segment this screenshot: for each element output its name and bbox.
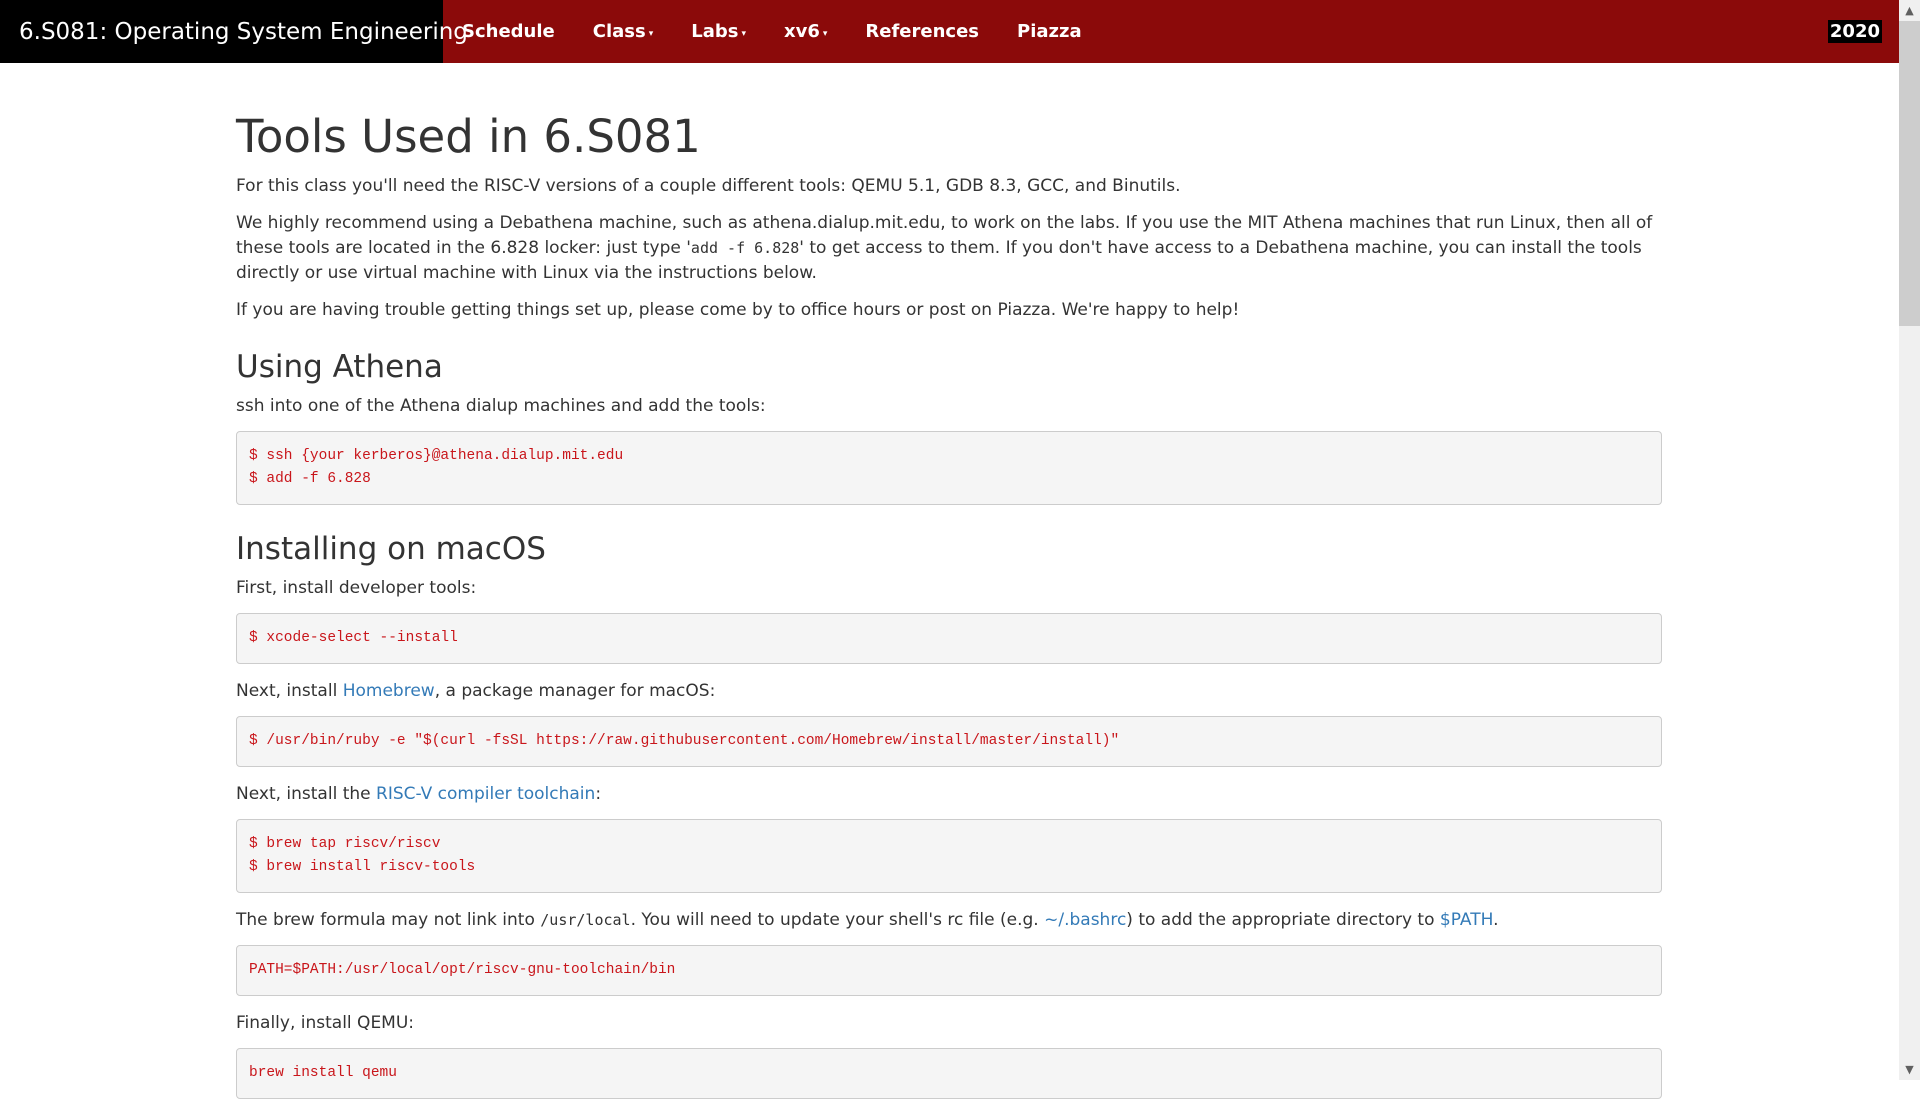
- intro-paragraph-1: For this class you'll need the RISC-V ve…: [236, 176, 1181, 197]
- scrollbar-thumb[interactable]: [1899, 21, 1920, 326]
- text: :: [595, 784, 602, 805]
- text: Next, install: [236, 681, 343, 702]
- code-block-riscv-tools: $ brew tap riscv/riscv $ brew install ri…: [236, 819, 1662, 894]
- page-title: Tools Used in 6.S081: [236, 110, 701, 163]
- nav-item-piazza[interactable]: Piazza: [1017, 21, 1082, 42]
- macos-step5-text: Finally, install QEMU:: [236, 1013, 415, 1034]
- code-block-athena: $ ssh {your kerberos}@athena.dialup.mit.…: [236, 431, 1662, 506]
- scroll-up-arrow-icon[interactable]: ▲: [1899, 0, 1920, 21]
- nav-item-schedule[interactable]: Schedule: [462, 21, 555, 42]
- macos-step4-text: The brew formula may not link into /usr/…: [236, 908, 1662, 933]
- code-block-homebrew: $ /usr/bin/ruby -e "$(curl -fsSL https:/…: [236, 716, 1662, 768]
- nav-menu: Schedule Class ▾ Labs ▾ xv6 ▾ References…: [462, 0, 1120, 63]
- text: The brew formula may not link into: [236, 910, 541, 931]
- nav-item-class[interactable]: Class ▾: [593, 21, 654, 42]
- brand-title[interactable]: 6.S081: Operating System Engineering: [0, 0, 468, 63]
- homebrew-link[interactable]: Homebrew: [343, 681, 435, 701]
- section-heading-macos: Installing on macOS: [236, 531, 546, 568]
- nav-item-label: Piazza: [1017, 21, 1082, 42]
- text: . You will need to update your shell's r…: [630, 910, 1045, 931]
- year-badge[interactable]: 2020: [1827, 20, 1882, 43]
- inline-code: add -f 6.828: [690, 239, 800, 258]
- code-block-xcode: $ xcode-select --install: [236, 613, 1662, 665]
- nav-item-label: xv6: [783, 21, 820, 42]
- intro-paragraph-3: If you are having trouble getting things…: [236, 300, 1240, 321]
- path-link[interactable]: $PATH: [1440, 910, 1493, 930]
- text: , a package manager for macOS:: [434, 681, 716, 702]
- caret-down-icon: ▾: [741, 28, 746, 39]
- athena-text: ssh into one of the Athena dialup machin…: [236, 396, 766, 417]
- nav-item-label: Class: [592, 21, 646, 42]
- main-content: Tools Used in 6.S081 For this class you'…: [236, 63, 1662, 1114]
- text: .: [1493, 910, 1499, 931]
- caret-down-icon: ▾: [822, 28, 828, 39]
- navbar: 6.S081: Operating System Engineering Sch…: [0, 0, 1899, 63]
- riscv-toolchain-link[interactable]: RISC-V compiler toolchain: [376, 784, 595, 804]
- macos-step1-text: First, install developer tools:: [236, 578, 477, 599]
- intro-paragraph-2: We highly recommend using a Debathena ma…: [236, 211, 1662, 286]
- code-block-qemu: brew install qemu: [236, 1048, 1662, 1100]
- text: Next, install the: [236, 784, 377, 805]
- macos-step3-text: Next, install the RISC-V compiler toolch…: [236, 782, 1662, 807]
- text: ) to add the appropriate directory to: [1126, 910, 1440, 931]
- scroll-down-arrow-icon[interactable]: ▼: [1899, 1059, 1920, 1080]
- inline-code: /usr/local: [540, 911, 631, 930]
- caret-down-icon: ▾: [648, 28, 654, 39]
- vertical-scrollbar[interactable]: ▲ ▼: [1899, 0, 1920, 1080]
- nav-item-label: Schedule: [462, 21, 555, 42]
- nav-item-label: Labs: [691, 21, 739, 42]
- macos-step2-text: Next, install Homebrew, a package manage…: [236, 679, 1662, 704]
- bashrc-link[interactable]: ~/.bashrc: [1044, 910, 1126, 930]
- nav-item-labs[interactable]: Labs ▾: [691, 21, 746, 42]
- nav-item-references[interactable]: References: [865, 21, 979, 42]
- nav-item-label: References: [865, 21, 979, 42]
- nav-item-xv6[interactable]: xv6 ▾: [784, 21, 827, 42]
- section-heading-athena: Using Athena: [236, 349, 443, 386]
- code-block-path: PATH=$PATH:/usr/local/opt/riscv-gnu-tool…: [236, 945, 1662, 997]
